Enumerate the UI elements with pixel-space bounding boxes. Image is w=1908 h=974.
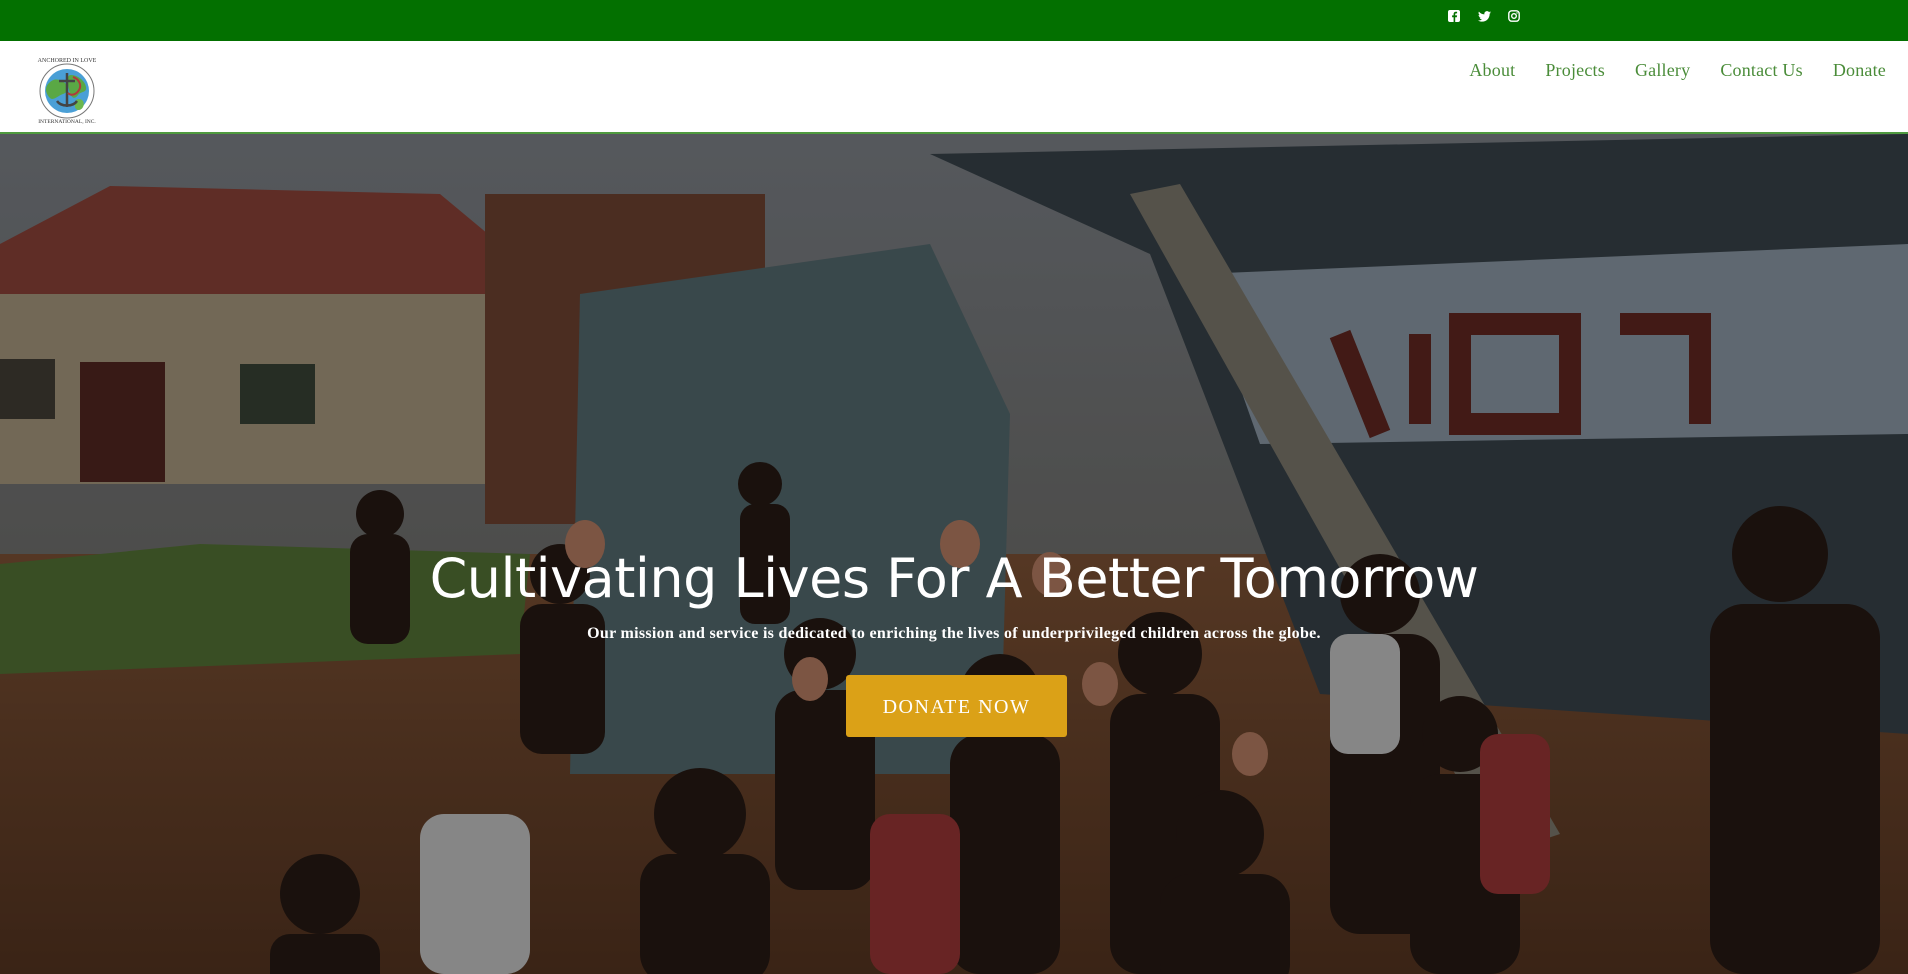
donate-now-button[interactable]: DONATE NOW <box>846 675 1067 737</box>
svg-text:ANCHORED IN LOVE: ANCHORED IN LOVE <box>38 58 97 64</box>
hero-section: Cultivating Lives For A Better Tomorrow … <box>0 134 1908 974</box>
facebook-icon[interactable] <box>1446 10 1462 26</box>
twitter-icon[interactable] <box>1476 10 1492 26</box>
nav-projects[interactable]: Projects <box>1545 60 1605 81</box>
social-links <box>1446 10 1522 26</box>
top-bar <box>0 0 1908 41</box>
main-nav: About Projects Gallery Contact Us Donate <box>1469 60 1886 81</box>
hero-subtitle: Our mission and service is dedicated to … <box>587 625 1321 642</box>
nav-gallery[interactable]: Gallery <box>1635 60 1690 81</box>
site-logo[interactable]: ANCHORED IN LOVE INTERNATIONAL, INC. <box>27 53 107 125</box>
nav-contact-us[interactable]: Contact Us <box>1720 60 1803 81</box>
nav-donate[interactable]: Donate <box>1833 60 1886 81</box>
nav-about[interactable]: About <box>1469 60 1515 81</box>
hero-title: Cultivating Lives For A Better Tomorrow <box>429 547 1479 610</box>
instagram-icon[interactable] <box>1506 10 1522 26</box>
svg-text:INTERNATIONAL, INC.: INTERNATIONAL, INC. <box>38 119 96 125</box>
site-header: ANCHORED IN LOVE INTERNATIONAL, INC. Abo… <box>0 41 1908 134</box>
